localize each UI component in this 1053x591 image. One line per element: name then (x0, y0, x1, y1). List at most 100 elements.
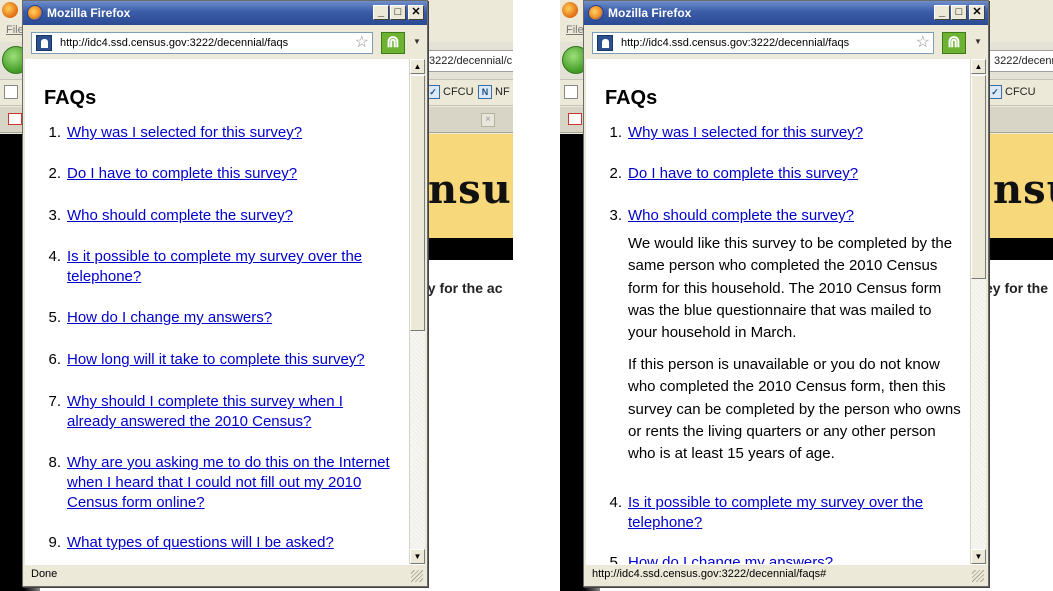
screenshot-stage: File 3222/decennial/c ✓ CFCU N NF × nsus… (0, 0, 1053, 591)
bookmark-star-icon[interactable]: ☆ (916, 33, 930, 53)
greasemonkey-icon[interactable]: ⋒ (381, 32, 405, 54)
faq-number: 2. (48, 165, 61, 182)
firefox-icon (588, 5, 604, 21)
status-text: Done (31, 568, 58, 580)
faq-answer-paragraph: We would like this survey to be complete… (628, 235, 953, 342)
faq-question-link[interactable]: Is it possible to complete my survey ove… (67, 247, 379, 287)
faq-question-link[interactable]: What types of questions will I be asked? (67, 533, 397, 553)
faq-number: 8. (48, 454, 61, 471)
window-title: Mozilla Firefox (47, 6, 131, 20)
page-title: FAQs (44, 87, 97, 109)
faq-page: FAQs 1. Why was I selected for this surv… (586, 59, 972, 564)
faq-number: 9. (48, 534, 61, 551)
n-icon: N (478, 85, 492, 99)
address-toolbar: http://idc4.ssd.census.gov:3222/decennia… (586, 29, 986, 57)
site-identity-icon[interactable] (597, 35, 613, 51)
gmail-icon[interactable] (568, 113, 582, 125)
scroll-down-icon[interactable]: ▼ (410, 549, 425, 564)
faq-answer-paragraph: If this person is unavailable or you do … (628, 356, 961, 463)
banner-black-band (420, 238, 513, 260)
census-banner: nsu (985, 134, 1053, 238)
faq-number: 3. (48, 207, 61, 224)
census-banner: nsus (420, 134, 513, 238)
faq-question-link[interactable]: How long will it take to complete this s… (67, 350, 397, 370)
close-icon[interactable]: ✕ (408, 5, 424, 20)
greasemonkey-icon[interactable]: ⋒ (942, 32, 966, 54)
background-url-field[interactable]: 3222/decenn (985, 50, 1053, 72)
banner-black-band (985, 238, 1053, 260)
chevron-down-icon[interactable]: ▼ (974, 37, 982, 46)
faq-question-link[interactable]: Why are you asking me to do this on the … (67, 453, 405, 513)
bookmark-nf[interactable]: N NF (478, 85, 510, 99)
resize-grip-icon[interactable] (972, 570, 984, 582)
faq-question-link[interactable]: Why was I selected for this survey? (628, 123, 958, 143)
faq-question-link[interactable]: Do I have to complete this survey? (67, 164, 397, 184)
close-icon[interactable]: ✕ (969, 5, 985, 20)
census-banner-text: nsus (428, 166, 513, 213)
faq-question-link[interactable]: How do I change my answers? (628, 553, 958, 564)
bookmark-cfcu[interactable]: ✓ CFCU (426, 85, 474, 99)
status-text: http://idc4.ssd.census.gov:3222/decennia… (592, 568, 827, 580)
background-text-snippet: ey for the ac (420, 280, 503, 296)
url-text: http://idc4.ssd.census.gov:3222/decennia… (60, 37, 289, 49)
cfcu-icon: ✓ (426, 85, 440, 99)
vertical-scrollbar[interactable]: ▲ ▼ (409, 59, 425, 564)
address-toolbar: http://idc4.ssd.census.gov:3222/decennia… (25, 29, 425, 57)
faq-question-link[interactable]: Do I have to complete this survey? (628, 164, 958, 184)
status-bar: Done (25, 564, 425, 584)
bookmark-nf-label: NF (495, 86, 510, 98)
chevron-down-icon[interactable]: ▼ (413, 37, 421, 46)
scrollbar-thumb[interactable] (410, 75, 425, 331)
faq-question-link[interactable]: Who should complete the survey? (628, 206, 958, 226)
status-bar: http://idc4.ssd.census.gov:3222/decennia… (586, 564, 986, 584)
faq-number: 4. (48, 248, 61, 265)
faq-page: FAQs 1. Why was I selected for this surv… (25, 59, 411, 564)
maximize-icon[interactable]: □ (390, 5, 406, 20)
faq-popup-window-left: Mozilla Firefox _ □ ✕ http://idc4.ssd.ce… (22, 0, 428, 587)
vertical-scrollbar[interactable]: ▲ ▼ (970, 59, 986, 564)
bookmark-page-icon[interactable] (564, 85, 578, 99)
url-field[interactable]: http://idc4.ssd.census.gov:3222/decennia… (31, 32, 373, 54)
faq-question-link[interactable]: How do I change my answers? (67, 308, 397, 328)
gmail-icon[interactable] (8, 113, 22, 125)
minimize-icon[interactable]: _ (934, 5, 950, 20)
page-title: FAQs (605, 87, 658, 109)
site-identity-icon[interactable] (36, 35, 52, 51)
resize-grip-icon[interactable] (411, 570, 423, 582)
faq-number: 5. (48, 309, 61, 326)
faq-number: 2. (609, 165, 622, 182)
bookmark-cfcu-label: CFCU (443, 86, 474, 98)
background-url-field[interactable]: 3222/decennial/c (420, 50, 513, 72)
scroll-up-icon[interactable]: ▲ (971, 59, 986, 74)
bookmark-cfcu-label: CFCU (1005, 86, 1036, 98)
maximize-icon[interactable]: □ (951, 5, 967, 20)
faq-question-link[interactable]: Who should complete the survey? (67, 206, 397, 226)
minimize-icon[interactable]: _ (373, 5, 389, 20)
bookmark-page-icon[interactable] (4, 85, 18, 99)
url-field[interactable]: http://idc4.ssd.census.gov:3222/decennia… (592, 32, 934, 54)
tab-close-icon[interactable]: × (481, 113, 495, 127)
faq-question-link[interactable]: Is it possible to complete my survey ove… (628, 493, 940, 533)
firefox-icon (562, 2, 578, 18)
url-text: http://idc4.ssd.census.gov:3222/decennia… (621, 37, 850, 49)
window-title: Mozilla Firefox (608, 6, 692, 20)
bookmark-cfcu[interactable]: ✓ CFCU (988, 85, 1036, 99)
faq-question-link[interactable]: Why should I complete this survey when I… (67, 392, 363, 432)
background-text-snippet: ey for the (985, 280, 1049, 296)
faq-question-link[interactable]: Why was I selected for this survey? (67, 123, 397, 143)
scroll-up-icon[interactable]: ▲ (410, 59, 425, 74)
faq-number: 6. (48, 351, 61, 368)
faq-number: 5. (609, 554, 622, 564)
menu-file[interactable]: File (566, 24, 584, 36)
cfcu-icon: ✓ (988, 85, 1002, 99)
faq-popup-window-right: Mozilla Firefox _ □ ✕ http://idc4.ssd.ce… (583, 0, 989, 587)
scroll-down-icon[interactable]: ▼ (971, 549, 986, 564)
faq-number: 3. (609, 207, 622, 224)
faq-number: 7. (48, 393, 61, 410)
title-bar[interactable]: Mozilla Firefox _ □ ✕ (584, 1, 988, 25)
title-bar[interactable]: Mozilla Firefox _ □ ✕ (23, 1, 427, 25)
census-banner-text: nsu (993, 166, 1053, 213)
bookmark-star-icon[interactable]: ☆ (355, 33, 369, 53)
scrollbar-thumb[interactable] (971, 75, 986, 279)
firefox-icon (2, 2, 18, 18)
